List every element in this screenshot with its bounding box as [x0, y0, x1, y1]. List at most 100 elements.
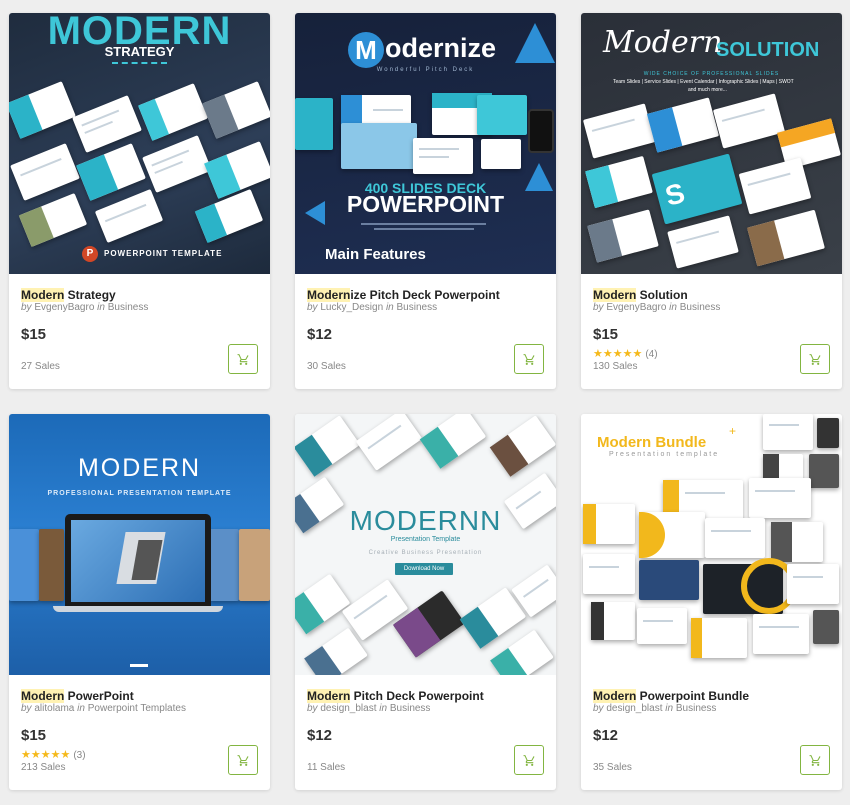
add-to-cart-button[interactable] — [800, 344, 830, 374]
rating-stars: ★★★★★ (4) — [593, 347, 658, 360]
product-card[interactable]: Modern SOLUTION WIDE CHOICE OF PROFESSIO… — [581, 13, 842, 389]
powerpoint-icon: P — [82, 246, 98, 262]
product-price: $15 — [21, 727, 47, 744]
product-thumbnail[interactable]: Modern SOLUTION WIDE CHOICE OF PROFESSIO… — [581, 13, 842, 274]
author-link[interactable]: design_blast — [320, 703, 376, 714]
slide-preview — [712, 93, 786, 149]
product-thumbnail[interactable]: Modern Bundle Presentation template + — [581, 414, 842, 675]
download-button[interactable]: Download Now — [395, 563, 453, 575]
slide-preview — [39, 529, 64, 601]
thumb-tagline: Creative Business Presentation — [368, 550, 483, 556]
category-link[interactable]: Business — [680, 302, 721, 313]
slide-preview — [489, 415, 556, 477]
title-highlight: Modern — [307, 689, 351, 703]
add-to-cart-button[interactable] — [514, 344, 544, 374]
star-icons: ★★★★★ — [21, 749, 71, 761]
author-link[interactable]: EvgenyBagro — [606, 302, 666, 313]
slide-preview — [646, 97, 720, 153]
category-link[interactable]: Business — [676, 703, 717, 714]
slide-preview — [583, 554, 635, 594]
slide-preview — [9, 81, 76, 139]
product-byline: by alitolama in Powerpoint Templates — [21, 703, 186, 714]
title-highlight: Modern — [307, 288, 351, 302]
wave-divider — [112, 62, 167, 68]
add-to-cart-button[interactable] — [228, 344, 258, 374]
product-card[interactable]: Modern Bundle Presentation template + Mo… — [581, 414, 842, 790]
thumb-heading-accent: SOLUTION — [716, 39, 820, 61]
slide-preview — [583, 504, 635, 544]
category-link[interactable]: Powerpoint Templates — [88, 703, 186, 714]
product-card[interactable]: MODERN PROFESSIONAL PRESENTATION TEMPLAT… — [9, 414, 270, 790]
product-title[interactable]: Modernize Pitch Deck Powerpoint — [307, 288, 500, 302]
product-card[interactable]: MODERN STRATEGY P POWERPOINT TEMPLATE Mo… — [9, 13, 270, 389]
slide-preview — [204, 141, 270, 199]
slide-preview — [239, 529, 270, 601]
product-thumbnail[interactable]: MODERNN Presentation Template Creative B… — [295, 414, 556, 675]
slide-preview — [747, 209, 825, 267]
product-price: $12 — [593, 727, 619, 744]
title-highlight: Modern — [21, 288, 65, 302]
author-link[interactable]: design_blast — [606, 703, 662, 714]
star-icons: ★★★★★ — [593, 348, 643, 360]
slide-preview — [787, 564, 839, 604]
thumb-subheading: Wonderful Pitch Deck — [376, 67, 475, 73]
slide-preview — [639, 560, 699, 600]
category-link[interactable]: Business — [390, 703, 431, 714]
slide-preview — [813, 610, 839, 644]
thumb-subheading: PROFESSIONAL PRESENTATION TEMPLATE — [47, 490, 232, 497]
thumb-heading: MODERNN — [349, 505, 502, 536]
product-title[interactable]: Modern Solution — [593, 288, 688, 302]
title-rest: Pitch Deck Powerpoint — [350, 689, 484, 703]
slide-preview — [10, 143, 80, 201]
product-thumbnail[interactable]: M odernize Wonderful Pitch Deck 400 SLID… — [295, 13, 556, 274]
cart-icon — [237, 353, 248, 365]
rating-count: (3) — [73, 750, 86, 761]
add-to-cart-button[interactable] — [228, 745, 258, 775]
slide-preview — [194, 188, 264, 244]
thumb-feature-list: Team Slides | Service Slides | Event Cal… — [613, 79, 794, 85]
author-link[interactable]: alitolama — [34, 703, 74, 714]
logo-circle: M — [348, 32, 384, 68]
product-title[interactable]: Modern Strategy — [21, 288, 116, 302]
author-link[interactable]: EvgenyBagro — [34, 302, 94, 313]
slide-preview — [705, 518, 765, 558]
product-price: $15 — [21, 326, 47, 343]
category-link[interactable]: Business — [397, 302, 438, 313]
title-rest: PowerPoint — [64, 689, 134, 703]
slide-preview — [413, 138, 473, 174]
product-thumbnail[interactable]: MODERN STRATEGY P POWERPOINT TEMPLATE — [9, 13, 270, 274]
cart-icon — [523, 353, 534, 365]
title-highlight: Modern — [21, 689, 65, 703]
triangle-decoration — [515, 23, 555, 63]
slide-preview — [809, 454, 839, 488]
slider-indicator[interactable] — [130, 664, 148, 667]
slide-preview — [582, 103, 656, 159]
add-to-cart-button[interactable] — [514, 745, 544, 775]
product-thumbnail[interactable]: MODERN PROFESSIONAL PRESENTATION TEMPLAT… — [9, 414, 270, 675]
laptop-base — [53, 606, 223, 612]
product-title[interactable]: Modern Powerpoint Bundle — [593, 689, 749, 703]
product-title[interactable]: Modern PowerPoint — [21, 689, 134, 703]
sales-count: 35 Sales — [593, 762, 632, 773]
product-price: $12 — [307, 727, 333, 744]
slide-preview — [142, 135, 212, 193]
slide-preview — [817, 418, 839, 448]
product-title[interactable]: Modern Pitch Deck Powerpoint — [307, 689, 484, 703]
product-byline: by Lucky_Design in Business — [307, 302, 438, 313]
product-card[interactable]: MODERNN Presentation Template Creative B… — [295, 414, 556, 790]
slide-preview — [419, 414, 487, 469]
thumb-heading: MODERN — [77, 454, 202, 482]
product-card[interactable]: M odernize Wonderful Pitch Deck 400 SLID… — [295, 13, 556, 389]
slide-preview — [771, 522, 823, 562]
author-link[interactable]: Lucky_Design — [320, 302, 383, 313]
sales-count: 130 Sales — [593, 361, 638, 372]
category-link[interactable]: Business — [108, 302, 149, 313]
add-to-cart-button[interactable] — [800, 745, 830, 775]
title-highlight: Modern — [593, 689, 637, 703]
slide-preview — [738, 157, 812, 215]
thumb-subheading: WIDE CHOICE OF PROFESSIONAL SLIDES — [643, 71, 780, 77]
title-highlight: Modern — [593, 288, 637, 302]
thumb-heading: odernize — [385, 33, 497, 63]
slide-preview — [295, 573, 351, 635]
product-price: $15 — [593, 326, 619, 343]
